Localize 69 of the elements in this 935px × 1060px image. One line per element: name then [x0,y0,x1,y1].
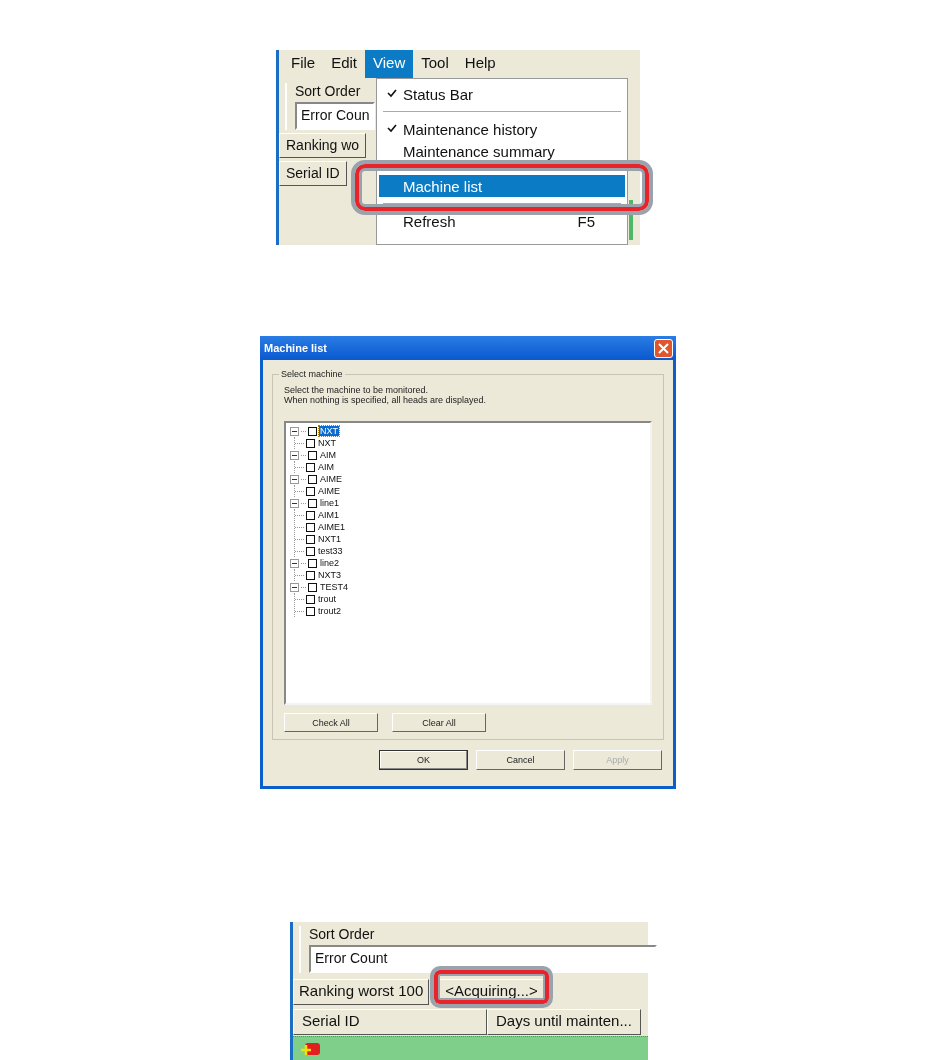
tree-item[interactable]: NXT [319,426,339,436]
checkbox[interactable] [306,522,315,532]
menu-item[interactable]: Edit [323,50,366,78]
column-header[interactable]: Ranking wo [279,133,367,158]
menu-item[interactable]: Status Bar [379,83,625,105]
dialog-button[interactable]: Cancel [476,750,565,770]
menu-item[interactable]: File [283,50,324,78]
sort-field[interactable]: Error Coun [295,102,376,130]
sort-order-label: Sort Order [309,926,375,942]
tree-item[interactable]: AIM1 [317,510,340,520]
tree-item[interactable]: NXT [317,438,337,448]
collapse-icon[interactable] [290,450,299,460]
checkbox[interactable] [308,426,317,436]
menu-item[interactable]: View [365,50,414,78]
checkbox[interactable] [306,534,315,544]
tree-item[interactable]: AIM [319,450,337,460]
checkbox[interactable] [306,594,315,604]
checkbox[interactable] [308,474,317,484]
status-strip [629,200,633,240]
checkbox[interactable] [306,546,315,556]
menu-item[interactable]: Maintenance history [379,118,625,140]
checkbox[interactable] [306,606,315,616]
group-label: Select machine [279,369,345,379]
checkbox[interactable] [306,462,315,472]
tree-item[interactable]: AIM [317,462,335,472]
tree-item[interactable]: NXT3 [317,570,342,580]
collapse-icon[interactable] [290,498,299,508]
column-header[interactable]: Serial ID [279,161,347,186]
menu-item[interactable]: Maintenance summary [379,140,625,162]
menu-item[interactable]: Machine list [379,175,625,197]
tree-item[interactable]: AIME [319,474,343,484]
menu-item[interactable]: Refresh F5 [379,210,625,232]
description-text: Select the machine to be monitored. [284,385,430,395]
tree-item[interactable]: trout2 [317,606,342,616]
tree-item[interactable]: NXT1 [317,534,342,544]
tree-button[interactable]: Check All [284,713,378,732]
tree-item[interactable]: line2 [319,558,340,568]
collapse-icon[interactable] [290,474,299,484]
collapse-icon[interactable] [290,558,299,568]
checkbox[interactable] [306,570,315,580]
tree-button[interactable]: Clear All [392,713,486,732]
tree-item[interactable]: AIME1 [317,522,346,532]
checkbox[interactable] [308,450,317,460]
dialog-title: Machine list [264,342,327,354]
close-icon [658,342,669,354]
column-header[interactable]: Serial ID [293,1009,487,1035]
tree-item[interactable]: trout [317,594,337,604]
tree-item[interactable]: test33 [317,546,344,556]
collapse-icon[interactable] [290,582,299,592]
sort-field[interactable]: Error Count [309,945,657,973]
checkbox[interactable] [308,582,317,592]
alert-icon [301,1041,321,1056]
column-header[interactable]: Days until mainten... [487,1009,641,1035]
sort-order-label: Sort Order [295,83,361,99]
dialog-button[interactable]: OK [379,750,468,770]
checkbox[interactable] [306,486,315,496]
checkbox[interactable] [308,498,317,508]
menu-item[interactable]: Tool [413,50,457,78]
tree-item[interactable]: line1 [319,498,340,508]
checkbox[interactable] [306,510,315,520]
checkbox[interactable] [306,438,315,448]
close-button[interactable] [654,338,673,358]
tree-item[interactable]: TEST4 [319,582,349,592]
description-text: When nothing is specified, all heads are displayed. [284,395,488,405]
checkbox[interactable] [308,558,317,568]
tree-item[interactable]: AIME [317,486,341,496]
menu-item[interactable]: Help [456,50,504,78]
collapse-icon[interactable] [290,426,299,436]
header-cell: Ranking worst 100 [293,979,430,1005]
